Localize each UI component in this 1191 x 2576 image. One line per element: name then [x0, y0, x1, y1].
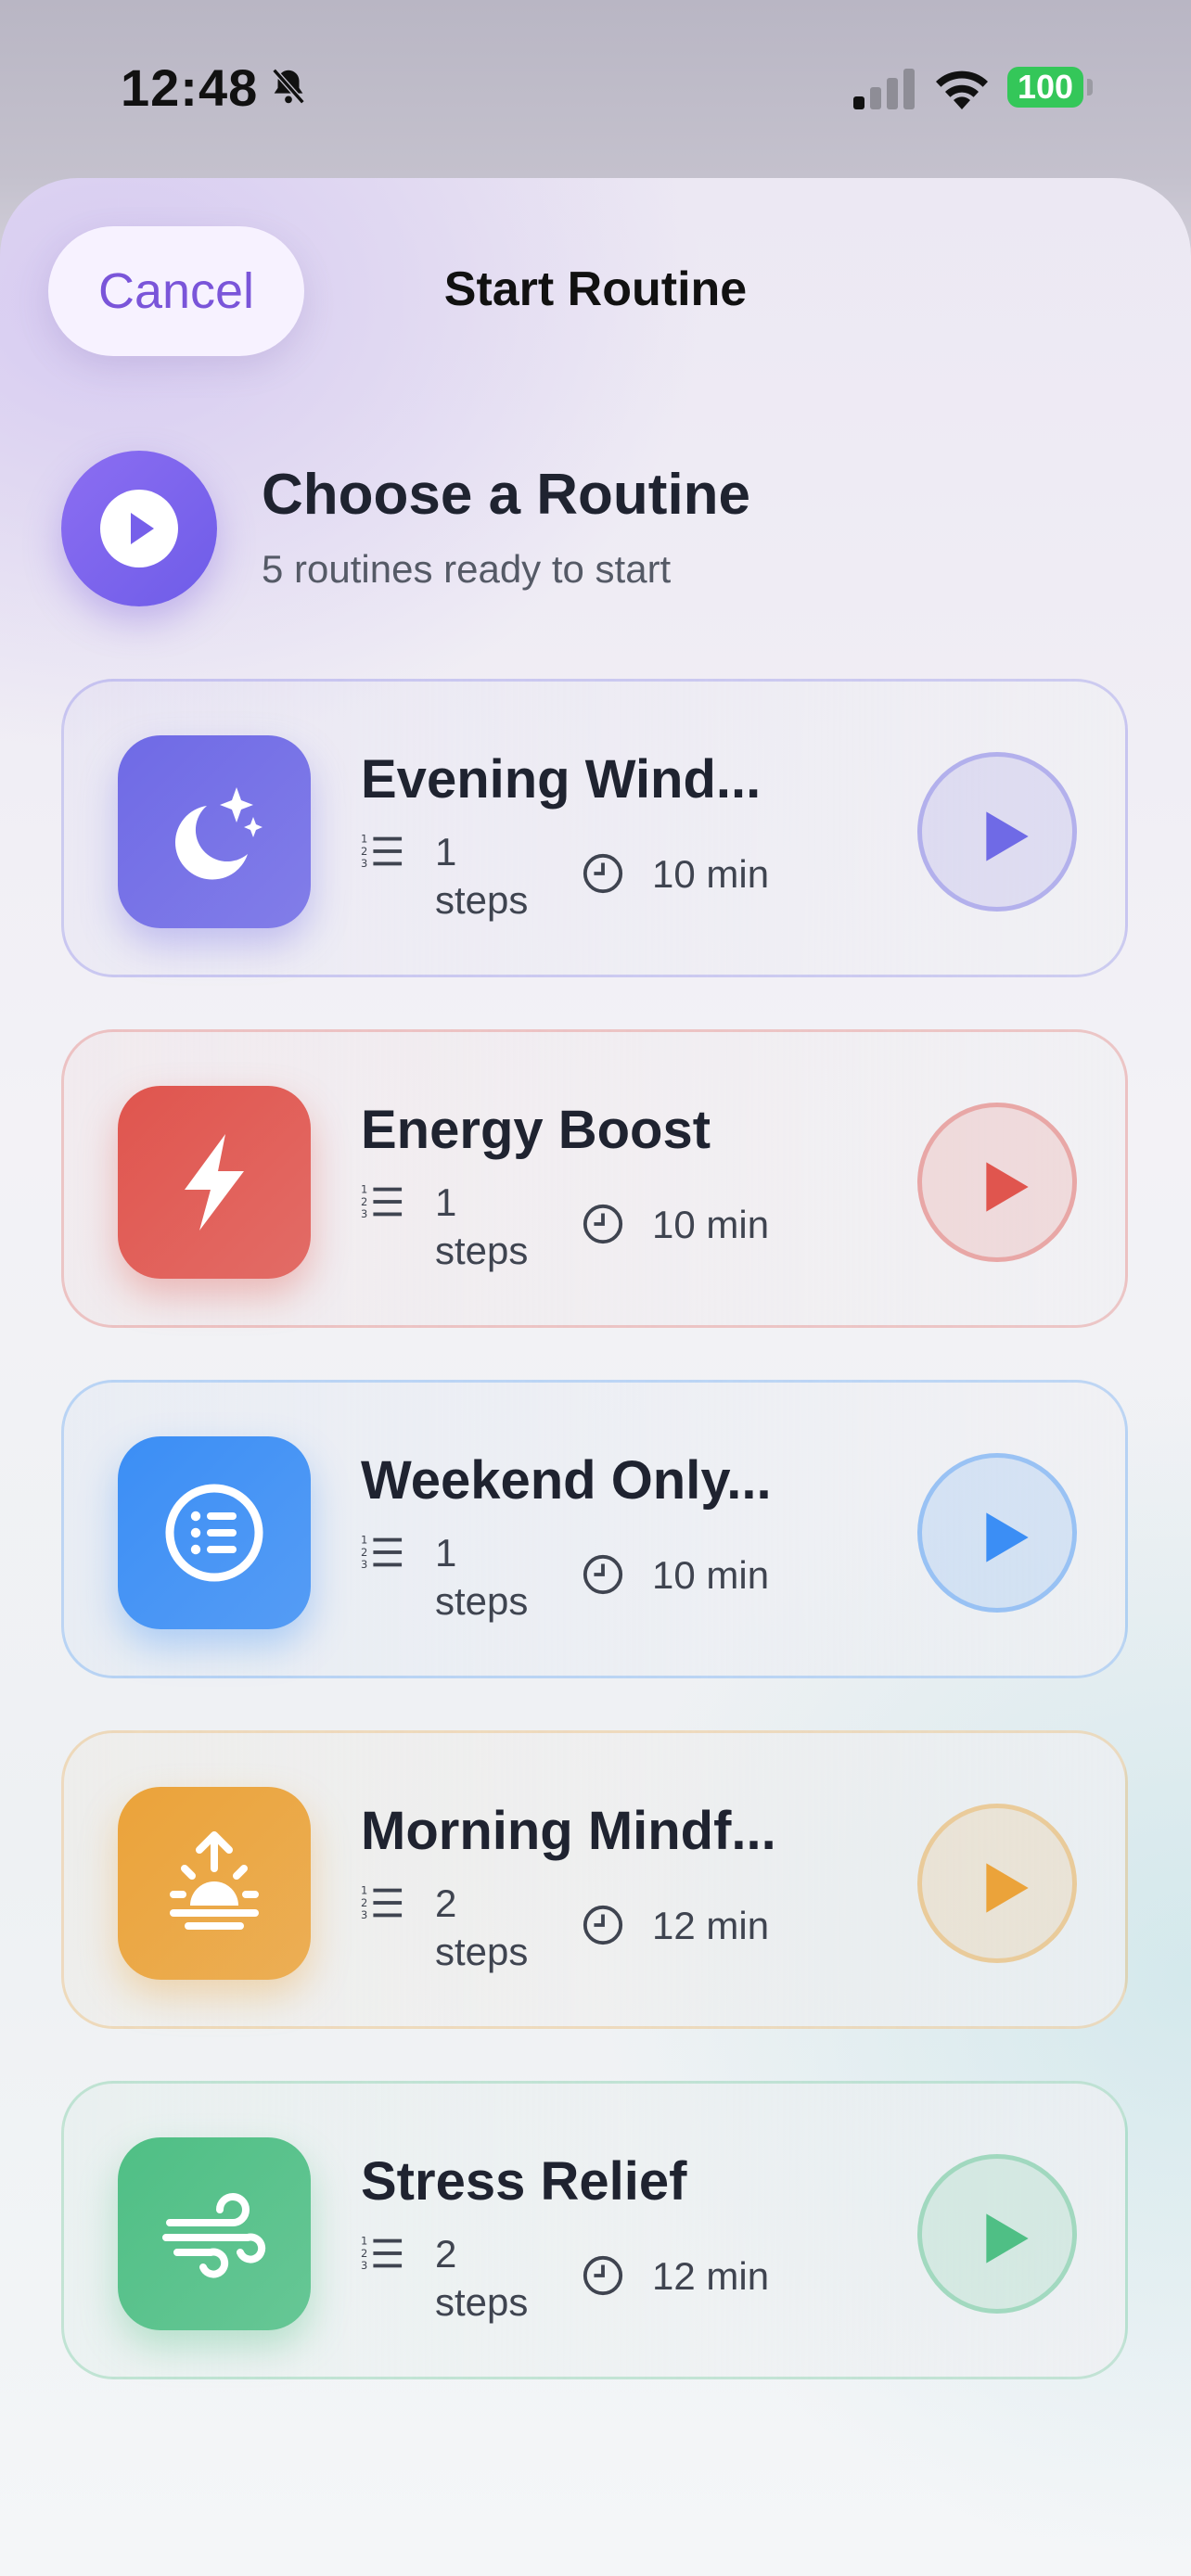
status-bar: 12:48 100 — [0, 0, 1191, 176]
play-button[interactable] — [917, 1453, 1077, 1613]
play-icon — [986, 1512, 1029, 1562]
play-button[interactable] — [917, 1804, 1077, 1963]
numbered-list-icon: 1 2 3 — [361, 832, 403, 870]
clock-icon — [583, 1554, 623, 1595]
list-icon — [165, 1484, 263, 1582]
svg-text:2: 2 — [361, 1195, 367, 1208]
numbered-list-icon: 1 2 3 — [361, 1533, 403, 1571]
routine-card[interactable]: Evening Wind... 1 2 3 1 steps 10 min — [61, 679, 1128, 977]
play-icon — [986, 1162, 1029, 1212]
duration: 12 min — [652, 1904, 770, 1947]
svg-text:2: 2 — [361, 845, 367, 858]
numbered-list-icon: 1 2 3 — [361, 2234, 403, 2272]
svg-text:2: 2 — [361, 2247, 367, 2260]
svg-text:3: 3 — [361, 2259, 367, 2272]
steps-count: 1 — [435, 1180, 457, 1224]
steps-label: steps — [435, 2280, 529, 2324]
clock-icon — [583, 1204, 623, 1244]
hero-title: Choose a Routine — [262, 463, 751, 527]
svg-text:3: 3 — [361, 857, 367, 870]
routine-title: Weekend Only... — [361, 1450, 772, 1511]
svg-text:2: 2 — [361, 1546, 367, 1559]
routine-icon-tile — [118, 1086, 311, 1279]
routine-title: Evening Wind... — [361, 749, 762, 810]
bell-slash-icon — [272, 68, 305, 105]
svg-text:2: 2 — [361, 1896, 367, 1909]
svg-text:1: 1 — [361, 1182, 367, 1195]
play-icon — [986, 811, 1029, 861]
svg-text:3: 3 — [361, 1207, 367, 1220]
svg-text:3: 3 — [361, 1908, 367, 1921]
cancel-button[interactable]: Cancel — [48, 226, 304, 356]
svg-text:3: 3 — [361, 1558, 367, 1571]
steps-label: steps — [435, 1579, 529, 1623]
routine-title: Stress Relief — [361, 2151, 687, 2212]
play-button[interactable] — [917, 2154, 1077, 2314]
routine-icon-tile — [118, 735, 311, 928]
numbered-list-icon: 1 2 3 — [361, 1182, 403, 1220]
steps-label: steps — [435, 878, 529, 922]
svg-text:1: 1 — [361, 832, 367, 845]
cellular-signal-icon — [853, 69, 915, 109]
steps-count: 2 — [435, 2232, 457, 2276]
routine-card[interactable]: Energy Boost 1 2 3 1 steps 10 min — [61, 1029, 1128, 1328]
wind-icon — [162, 2193, 266, 2278]
routine-card[interactable]: Morning Mindf... 1 2 3 2 steps 12 min — [61, 1730, 1128, 2029]
routine-title: Morning Mindf... — [361, 1801, 776, 1861]
hero-subtitle: 5 routines ready to start — [262, 547, 672, 591]
duration: 12 min — [652, 2254, 770, 2298]
routine-icon-tile — [118, 1436, 311, 1629]
steps-count: 1 — [435, 1531, 457, 1575]
numbered-list-icon: 1 2 3 — [361, 1883, 403, 1921]
lightning-icon — [185, 1134, 244, 1231]
steps-label: steps — [435, 1930, 529, 1973]
clock-icon — [583, 2255, 623, 2296]
play-circle-icon — [61, 451, 217, 606]
play-icon — [986, 1863, 1029, 1913]
clock-icon — [583, 853, 623, 894]
svg-text:1: 1 — [361, 2234, 367, 2247]
routine-icon-tile — [118, 2137, 311, 2330]
steps-count: 2 — [435, 1881, 457, 1925]
duration: 10 min — [652, 1553, 770, 1597]
moon-stars-icon — [174, 787, 263, 880]
routine-card[interactable]: Stress Relief 1 2 3 2 steps 12 min — [61, 2081, 1128, 2379]
status-time: 12:48 — [121, 58, 259, 117]
start-routine-sheet: Cancel Start Routine Choose a Routine 5 … — [0, 178, 1191, 2576]
battery-indicator: 100 — [1007, 67, 1083, 108]
routine-title: Energy Boost — [361, 1100, 711, 1160]
wifi-icon — [936, 70, 988, 109]
battery-tip — [1087, 79, 1093, 96]
duration: 10 min — [652, 1203, 770, 1246]
svg-text:1: 1 — [361, 1533, 367, 1546]
steps-label: steps — [435, 1229, 529, 1272]
sheet-title: Start Routine — [443, 262, 748, 316]
duration: 10 min — [652, 852, 770, 896]
svg-text:1: 1 — [361, 1883, 367, 1896]
steps-count: 1 — [435, 830, 457, 874]
routine-icon-tile — [118, 1787, 311, 1980]
clock-icon — [583, 1905, 623, 1945]
routine-card[interactable]: Weekend Only... 1 2 3 1 steps 10 min — [61, 1380, 1128, 1678]
play-button[interactable] — [917, 752, 1077, 912]
play-icon — [986, 2213, 1029, 2264]
play-button[interactable] — [917, 1103, 1077, 1262]
sunrise-icon — [170, 1831, 259, 1930]
